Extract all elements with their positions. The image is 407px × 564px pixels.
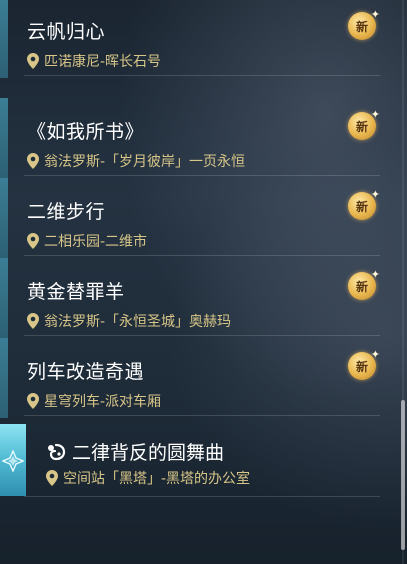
location-text: 空间站「黑塔」-黑塔的办公室 xyxy=(63,471,251,487)
location-pin-icon xyxy=(27,53,39,69)
scrollbar-thumb[interactable] xyxy=(401,400,405,550)
new-badge-icon: 新 ✦ xyxy=(348,268,380,300)
row-divider xyxy=(24,255,380,256)
mission-row[interactable]: 二维步行 二相乐园-二维市 新 ✦ xyxy=(0,178,380,258)
accent-bar xyxy=(0,178,8,258)
mission-title: 列车改造奇遇 xyxy=(27,361,145,383)
location-pin-icon xyxy=(27,313,39,329)
accent-bar xyxy=(0,258,8,338)
location-text: 星穹列车-派对车厢 xyxy=(44,394,162,410)
new-badge-icon: 新 ✦ xyxy=(348,108,380,140)
row-divider xyxy=(24,175,380,176)
mission-location: 匹诺康尼-晖长石号 xyxy=(27,51,161,71)
selected-title-text: 二律背反的圆舞曲 xyxy=(72,442,225,464)
new-badge-icon: 新 ✦ xyxy=(348,188,380,220)
mission-title: 二维步行 xyxy=(27,201,106,223)
new-badge-icon: 新 ✦ xyxy=(348,8,380,40)
mission-row[interactable]: 云帆归心 匹诺康尼-晖长石号 新 ✦ xyxy=(0,0,380,78)
diamond-icon xyxy=(2,450,24,472)
location-pin-icon xyxy=(46,470,58,486)
location-pin-icon xyxy=(27,153,39,169)
row-divider xyxy=(24,335,380,336)
sparkle-icon: ✦ xyxy=(370,268,380,281)
row-divider xyxy=(24,75,380,76)
sparkle-icon: ✦ xyxy=(370,188,380,201)
mission-row[interactable]: 列车改造奇遇 星穹列车-派对车厢 新 ✦ xyxy=(0,338,380,418)
location-text: 二相乐园-二维市 xyxy=(44,234,148,250)
mission-location: 星穹列车-派对车厢 xyxy=(27,391,161,411)
mission-list: 云帆归心 匹诺康尼-晖长石号 新 ✦ 《如我所书》 翁法罗斯-「岁月彼岸」一页永… xyxy=(0,0,395,564)
mission-row[interactable]: 黄金替罪羊 翁法罗斯-「永恒圣城」奥赫玛 新 ✦ xyxy=(0,258,380,338)
location-text: 翁法罗斯-「岁月彼岸」一页永恒 xyxy=(44,154,246,170)
row-divider xyxy=(24,496,380,497)
sparkle-icon: ✦ xyxy=(370,348,380,361)
accent-bar xyxy=(0,338,8,418)
mission-location: 翁法罗斯-「永恒圣城」奥赫玛 xyxy=(27,311,231,331)
sparkle-icon: ✦ xyxy=(370,8,380,21)
mission-location: 翁法罗斯-「岁月彼岸」一页永恒 xyxy=(27,151,245,171)
accent-bar xyxy=(0,98,8,178)
mission-title: 二律背反的圆舞曲 xyxy=(46,438,224,465)
accent-bar xyxy=(0,0,8,78)
mission-row-selected[interactable]: 二律背反的圆舞曲 空间站「黑塔」-黑塔的办公室 xyxy=(0,424,380,497)
mission-title: 黄金替罪羊 xyxy=(27,281,125,303)
location-pin-icon xyxy=(27,233,39,249)
location-text: 匹诺康尼-晖长石号 xyxy=(44,54,162,70)
mission-location: 二相乐园-二维市 xyxy=(27,231,147,251)
location-pin-icon xyxy=(27,393,39,409)
row-divider xyxy=(24,415,380,416)
mission-title: 云帆归心 xyxy=(27,21,106,43)
mission-title: 《如我所书》 xyxy=(27,121,145,143)
location-text: 翁法罗斯-「永恒圣城」奥赫玛 xyxy=(44,314,232,330)
new-badge-icon: 新 ✦ xyxy=(348,348,380,380)
selected-indicator xyxy=(0,424,26,496)
mission-location: 空间站「黑塔」-黑塔的办公室 xyxy=(46,468,250,488)
sparkle-icon: ✦ xyxy=(370,108,380,121)
quest-type-icon xyxy=(48,443,66,460)
mission-row[interactable]: 《如我所书》 翁法罗斯-「岁月彼岸」一页永恒 新 ✦ xyxy=(0,98,380,178)
